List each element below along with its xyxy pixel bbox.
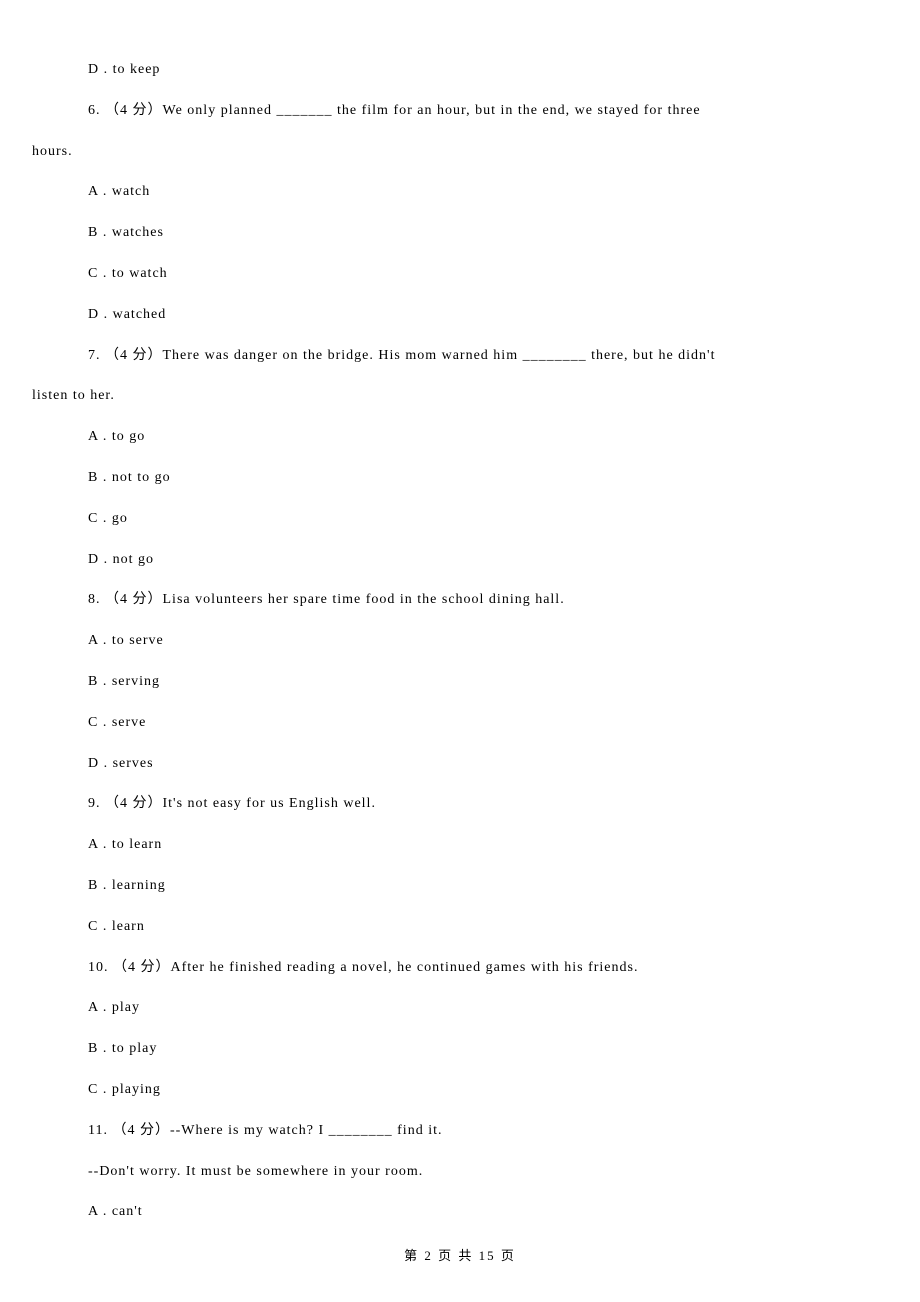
answer-option: C . go — [30, 504, 890, 535]
answer-option: C . to watch — [30, 259, 890, 290]
question-continuation: hours. — [32, 137, 890, 168]
answer-option: B . watches — [30, 218, 890, 249]
answer-option: D . to keep — [30, 55, 890, 86]
question-text: 7. （4 分）There was danger on the bridge. … — [30, 341, 890, 372]
answer-option: D . not go — [30, 545, 890, 576]
answer-option: B . to play — [30, 1034, 890, 1065]
answer-option: A . can't — [30, 1197, 890, 1228]
question-text: 8. （4 分）Lisa volunteers her spare time f… — [30, 585, 890, 616]
answer-option: A . to go — [30, 422, 890, 453]
question-text: 6. （4 分）We only planned _______ the film… — [30, 96, 890, 127]
answer-option: C . serve — [30, 708, 890, 739]
answer-option: A . to learn — [30, 830, 890, 861]
answer-option: D . watched — [30, 300, 890, 331]
question-text: 11. （4 分）--Where is my watch? I ________… — [30, 1116, 890, 1147]
question-text: 9. （4 分）It's not easy for us English wel… — [30, 789, 890, 820]
answer-option: B . learning — [30, 871, 890, 902]
page-content: D . to keep 6. （4 分）We only planned _____… — [0, 0, 920, 1278]
answer-option: C . learn — [30, 912, 890, 943]
answer-option: C . playing — [30, 1075, 890, 1106]
question-text: 10. （4 分）After he finished reading a nov… — [30, 953, 890, 984]
answer-option: A . play — [30, 993, 890, 1024]
answer-option: B . serving — [30, 667, 890, 698]
answer-option: B . not to go — [30, 463, 890, 494]
answer-option: D . serves — [30, 749, 890, 780]
answer-option: A . watch — [30, 177, 890, 208]
answer-option: A . to serve — [30, 626, 890, 657]
question-continuation: listen to her. — [32, 381, 890, 412]
question-continuation: --Don't worry. It must be somewhere in y… — [30, 1157, 890, 1188]
page-footer: 第 2 页 共 15 页 — [0, 1245, 920, 1264]
